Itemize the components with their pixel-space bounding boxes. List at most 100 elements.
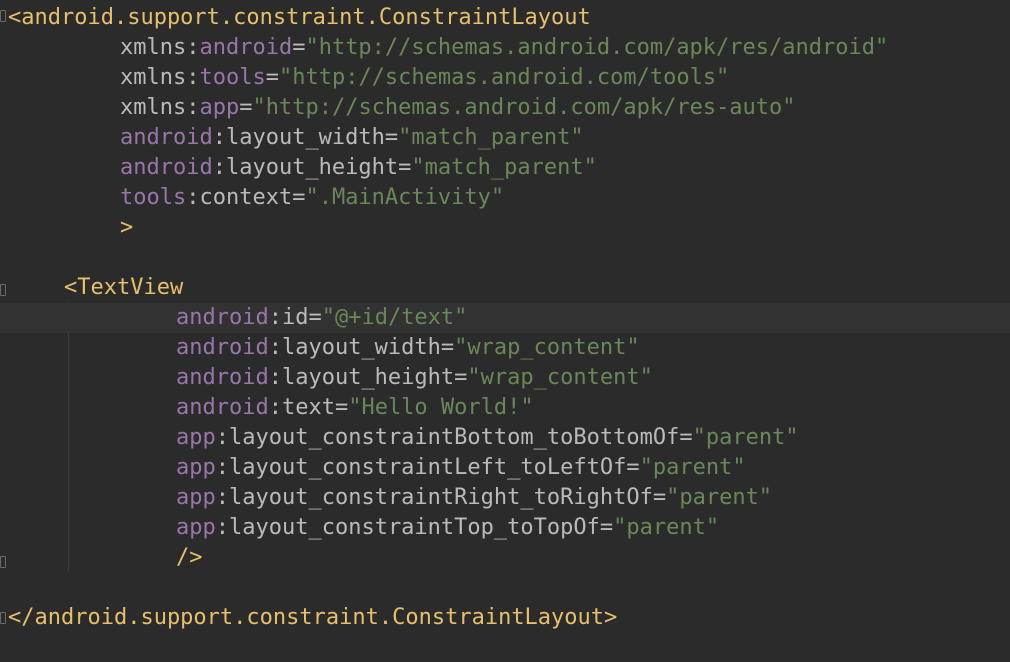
attr-sep: : (215, 515, 229, 540)
attr-namespace: android (120, 125, 213, 150)
code-line[interactable]: <android.support.constraint.ConstraintLa… (0, 3, 1010, 33)
attr-eq: = (239, 95, 253, 120)
attr-name: layout_width (281, 335, 441, 360)
attr-eq: = (265, 65, 279, 90)
attr-value: "wrap_content" (454, 335, 640, 360)
attr-value: "parent" (639, 455, 746, 480)
attribute: app:layout_constraintRight_toRightOf="pa… (176, 483, 772, 513)
attr-namespace: android (176, 365, 269, 390)
attr-name: id (281, 305, 309, 330)
attribute: xmlns:app="http://schemas.android.com/ap… (120, 93, 796, 123)
code-line[interactable]: tools:context=".MainActivity" (0, 183, 1010, 213)
attr-sep: : (186, 185, 200, 210)
attribute: xmlns:tools="http://schemas.android.com/… (120, 63, 729, 93)
attr-sep: : (268, 335, 282, 360)
code-line[interactable]: xmlns:app="http://schemas.android.com/ap… (0, 93, 1010, 123)
child-tag: <TextView (64, 275, 184, 300)
attribute: android:id="@+id/text" (176, 303, 467, 333)
attr-eq: = (292, 35, 306, 60)
attr-sep: : (268, 395, 282, 420)
code-line[interactable]: app:layout_constraintLeft_toLeftOf="pare… (0, 453, 1010, 483)
attr-value: "http://schemas.android.com/tools" (278, 65, 730, 90)
attr-name: tools (199, 65, 266, 90)
attribute: android:layout_width="wrap_content" (176, 333, 640, 363)
attribute: android:text="Hello World!" (176, 393, 534, 423)
attr-namespace: tools (120, 185, 187, 210)
attr-sep: : (212, 155, 226, 180)
attr-value: "match_parent" (411, 155, 597, 180)
code-line[interactable]: android:layout_height="match_parent" (0, 153, 1010, 183)
attr-name: layout_height (225, 155, 399, 180)
attr-name: layout_constraintTop_toTopOf (229, 515, 600, 540)
attr-value: "parent" (613, 515, 720, 540)
attribute: app:layout_constraintLeft_toLeftOf="pare… (176, 453, 746, 483)
code-line[interactable]: xmlns:tools="http://schemas.android.com/… (0, 63, 1010, 93)
attr-sep: : (215, 485, 229, 510)
attr-namespace: app (176, 515, 216, 540)
code-line[interactable]: android:layout_width="wrap_content" (0, 333, 1010, 363)
attr-eq: = (334, 395, 349, 420)
attr-eq: = (292, 185, 306, 210)
attr-value: "Hello World!" (348, 395, 534, 420)
attr-value: ".MainActivity" (305, 185, 505, 210)
attribute: app:layout_constraintTop_toTopOf="parent… (176, 513, 719, 543)
attr-eq: = (679, 425, 693, 450)
attr-name: app (199, 95, 240, 120)
attr-value: "parent" (692, 425, 799, 450)
attr-namespace: app (176, 455, 216, 480)
attr-namespace: android (176, 305, 269, 330)
attr-sep: : (212, 125, 226, 150)
attr-sep: : (186, 65, 200, 90)
attribute: tools:context=".MainActivity" (120, 183, 504, 213)
attr-namespace: android (176, 335, 269, 360)
attr-sep: : (215, 425, 229, 450)
attr-value: "match_parent" (398, 125, 584, 150)
code-line[interactable]: android:layout_width="match_parent" (0, 123, 1010, 153)
code-line[interactable]: app:layout_constraintTop_toTopOf="parent… (0, 513, 1010, 543)
code-line[interactable]: android:text="Hello World!" (0, 393, 1010, 423)
attr-prefix: xmlns (120, 95, 187, 120)
code-line[interactable]: android:layout_height="wrap_content" (0, 363, 1010, 393)
attr-value: "wrap_content" (467, 365, 653, 390)
attr-name: layout_constraintLeft_toLeftOf (229, 455, 627, 480)
attr-name: layout_height (281, 365, 455, 390)
attr-name: layout_width (225, 125, 385, 150)
code-line[interactable]: app:layout_constraintRight_toRightOf="pa… (0, 483, 1010, 513)
attr-value: "http://schemas.android.com/apk/res-auto… (252, 95, 796, 120)
code-line[interactable]: > (0, 213, 1010, 243)
attr-eq: = (652, 485, 667, 510)
code-line[interactable]: <TextView (0, 273, 1010, 303)
attribute: app:layout_constraintBottom_toBottomOf="… (176, 423, 799, 453)
attr-value: "http://schemas.android.com/apk/res/andr… (305, 35, 889, 60)
code-line[interactable]: app:layout_constraintBottom_toBottomOf="… (0, 423, 1010, 453)
tag-close: > (120, 215, 134, 240)
attr-prefix: xmlns (120, 65, 187, 90)
attr-name: text (281, 395, 335, 420)
attr-name: layout_constraintBottom_toBottomOf (229, 425, 680, 450)
attr-eq: = (599, 515, 614, 540)
attr-eq: = (384, 125, 399, 150)
attr-eq: = (454, 365, 468, 390)
attribute: xmlns:android="http://schemas.android.co… (120, 33, 888, 63)
attr-name: android (199, 35, 293, 60)
attr-value: "@+id/text" (321, 305, 468, 330)
code-line[interactable]: xmlns:android="http://schemas.android.co… (0, 33, 1010, 63)
attr-namespace: app (176, 425, 216, 450)
attr-prefix: xmlns (120, 35, 187, 60)
code-line[interactable]: /> (0, 543, 1010, 573)
code-editor[interactable]: <android.support.constraint.ConstraintLa… (0, 0, 1010, 662)
attr-sep: : (215, 455, 229, 480)
close-tag: </android.support.constraint.ConstraintL… (8, 605, 618, 630)
attr-sep: : (268, 305, 282, 330)
open-tag: <android.support.constraint.ConstraintLa… (8, 5, 591, 30)
attr-eq: = (626, 455, 640, 480)
attr-namespace: android (120, 155, 213, 180)
code-line[interactable]: </android.support.constraint.ConstraintL… (0, 603, 1010, 633)
attr-eq: = (308, 305, 322, 330)
attribute: android:layout_width="match_parent" (120, 123, 584, 153)
attribute: android:layout_height="match_parent" (120, 153, 597, 183)
attr-name: context (199, 185, 293, 210)
attribute: android:layout_height="wrap_content" (176, 363, 653, 393)
code-line-current[interactable]: android:id="@+id/text" (0, 303, 1010, 333)
attr-eq: = (440, 335, 455, 360)
